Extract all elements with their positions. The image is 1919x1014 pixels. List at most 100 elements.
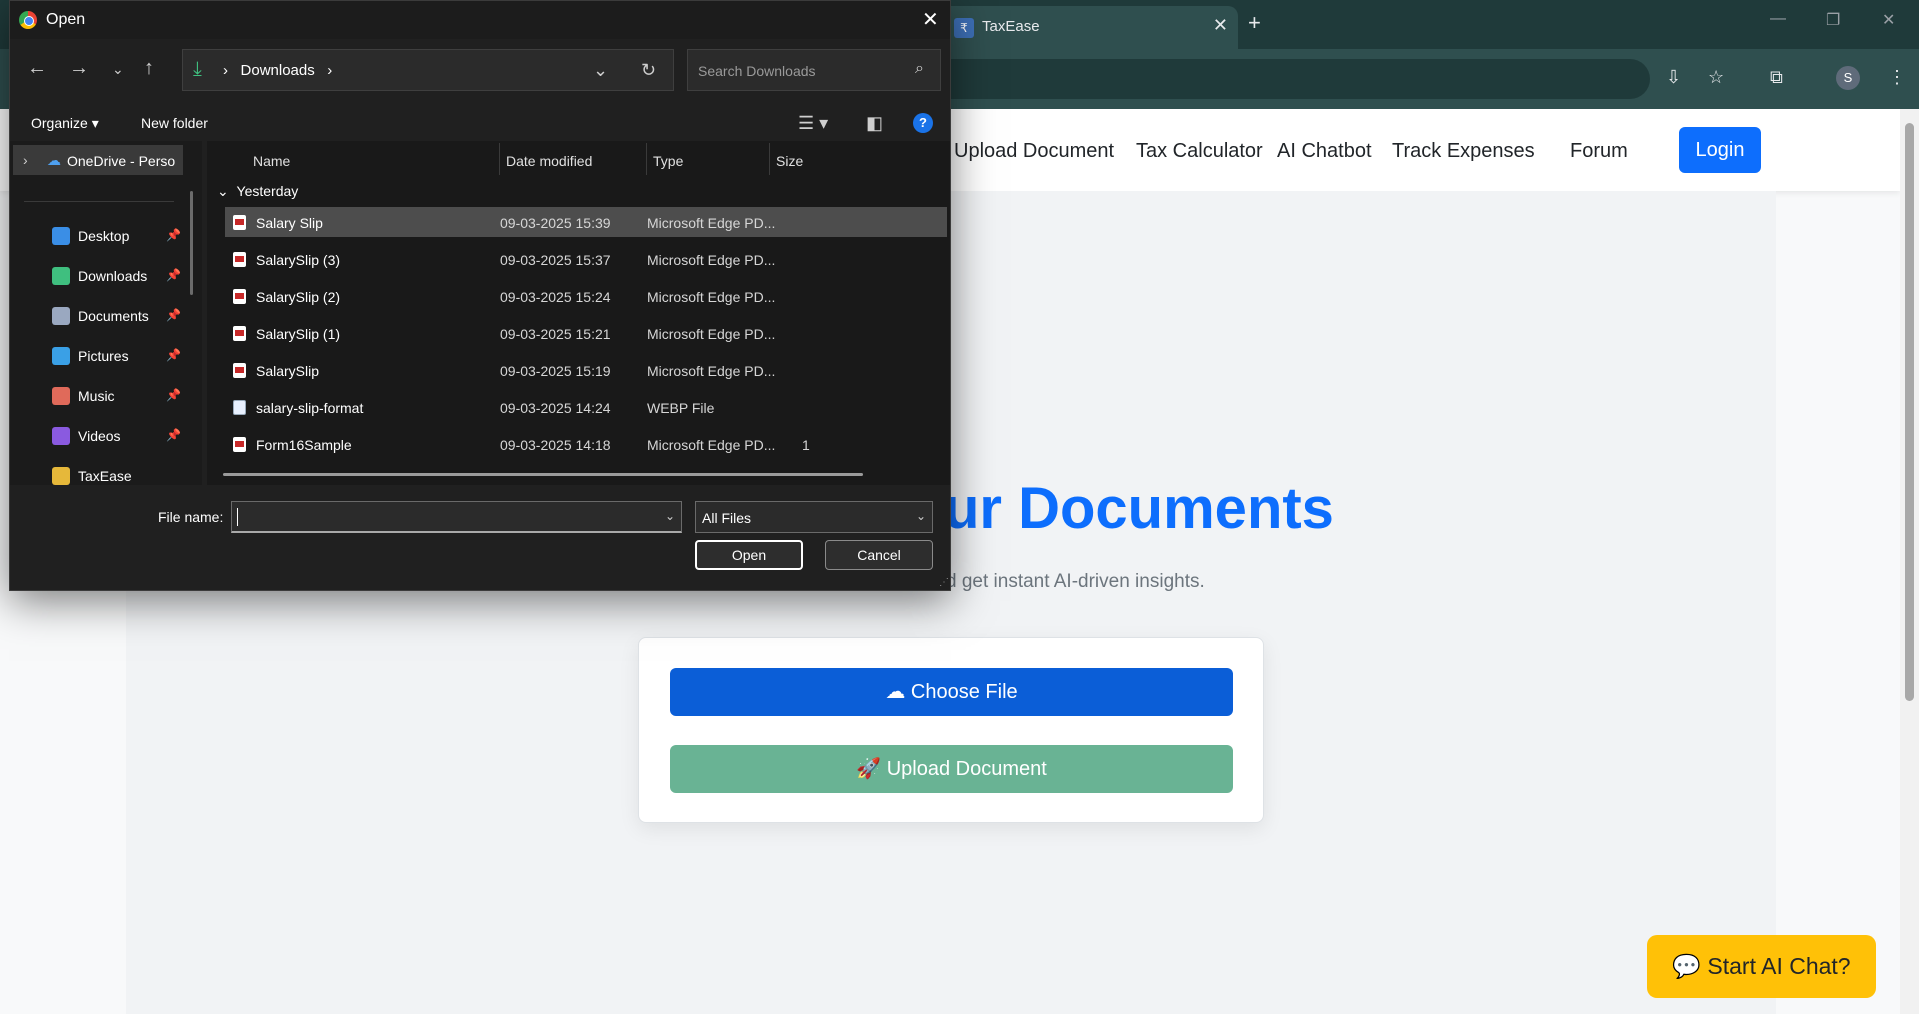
choose-file-button[interactable]: ☁ Choose File <box>670 668 1233 716</box>
file-type: Microsoft Edge PD... <box>647 289 776 305</box>
nav-scrollbar[interactable] <box>190 191 193 295</box>
page-scroll-thumb[interactable] <box>1905 123 1914 701</box>
start-ai-chat-button[interactable]: 💬 Start AI Chat? <box>1647 935 1876 998</box>
open-file-dialog: Open ✕ ← → ⌄ ↑ ⤓ › Downloads › ⌄ ↻ Searc… <box>9 0 951 591</box>
file-row[interactable]: Salary Slip 09-03-2025 15:39 Microsoft Edg… <box>225 207 947 237</box>
nav-track-expenses[interactable]: Track Expenses <box>1392 140 1535 163</box>
nav-item-onedrive[interactable]: › ☁ OneDrive - Perso <box>13 145 183 175</box>
nav-item-taxease[interactable]: TaxEase <box>10 461 190 485</box>
bookmark-star-icon[interactable]: ☆ <box>1708 67 1724 88</box>
file-row[interactable]: salary-slip-format 09-03-2025 14:24 WEBP F… <box>225 392 947 422</box>
pdf-file-icon <box>233 363 246 378</box>
file-name: SalarySlip (3) <box>256 252 341 268</box>
file-name-input[interactable]: ⌄ <box>231 501 682 533</box>
column-header-name[interactable]: Name <box>253 153 290 169</box>
file-type-dropdown-icon: ⌄ <box>915 509 926 523</box>
nav-item-label: TaxEase <box>78 468 132 484</box>
nav-item-pictures[interactable]: Pictures 📌 <box>10 341 190 371</box>
text-caret <box>237 508 238 526</box>
column-header-date-modified[interactable]: Date modified <box>506 153 592 169</box>
recent-locations-chevron-icon[interactable]: ⌄ <box>112 61 124 78</box>
videos-folder-icon <box>52 427 70 445</box>
file-row[interactable]: SalarySlip (1) 09-03-2025 15:21 Microsoft … <box>225 318 947 348</box>
upload-document-button[interactable]: 🚀 Upload Document <box>670 745 1233 793</box>
nav-item-downloads[interactable]: Downloads 📌 <box>10 261 190 291</box>
column-header-size[interactable]: Size <box>776 153 803 169</box>
nav-item-label: Music <box>78 388 115 404</box>
taxease-folder-icon <box>52 467 70 485</box>
file-name: Salary Slip <box>256 215 323 231</box>
menu-kebab-icon[interactable]: ⋮ <box>1888 67 1906 88</box>
preview-pane-icon[interactable]: ◧ <box>866 113 883 134</box>
page-scrollbar[interactable] <box>1900 109 1919 1014</box>
pin-icon[interactable]: 📌 <box>166 228 181 242</box>
nav-item-label: OneDrive - Perso <box>67 153 176 169</box>
nav-item-documents[interactable]: Documents 📌 <box>10 301 190 331</box>
file-name-dropdown-icon[interactable]: ⌄ <box>665 509 675 523</box>
tab-close-icon[interactable]: ✕ <box>1213 15 1228 36</box>
nav-item-desktop[interactable]: Desktop 📌 <box>10 221 190 251</box>
pin-icon[interactable]: 📌 <box>166 308 181 322</box>
nav-forum[interactable]: Forum <box>1570 140 1628 163</box>
pin-icon[interactable]: 📌 <box>166 428 181 442</box>
nav-upload-document[interactable]: Upload Document <box>954 140 1114 163</box>
breadcrumb-downloads[interactable]: Downloads <box>241 62 315 79</box>
file-row[interactable]: SalarySlip 09-03-2025 15:19 Microsoft Edge… <box>225 355 947 385</box>
browser-tab-taxease[interactable]: ₹ TaxEase ✕ <box>938 6 1238 49</box>
nav-item-label: Desktop <box>78 228 130 244</box>
file-date-modified: 09-03-2025 15:19 <box>500 363 611 379</box>
choose-file-label: Choose File <box>910 681 1018 703</box>
nav-ai-chatbot[interactable]: AI Chatbot <box>1277 140 1372 163</box>
help-icon[interactable]: ? <box>913 113 933 133</box>
file-type: Microsoft Edge PD... <box>647 437 776 453</box>
address-dropdown-icon[interactable]: ⌄ <box>593 60 608 81</box>
back-arrow-icon[interactable]: ← <box>27 57 47 80</box>
open-button[interactable]: Open <box>695 540 803 570</box>
profile-avatar[interactable]: S <box>1836 66 1860 90</box>
extensions-icon[interactable]: ⧉ <box>1770 67 1783 88</box>
breadcrumb-path: › Downloads › <box>223 62 332 79</box>
file-row[interactable]: Form16Sample 09-03-2025 14:18 Microsoft Ed… <box>225 429 947 459</box>
file-list: Name Date modified Type Size ⌄ Yesterday… <box>207 141 950 485</box>
group-header-yesterday[interactable]: ⌄ Yesterday <box>217 183 298 200</box>
view-options-icon[interactable]: ☰ ▾ <box>798 113 828 134</box>
file-type-select[interactable]: All Files ⌄ <box>695 501 933 533</box>
pin-icon[interactable]: 📌 <box>166 388 181 402</box>
file-list-horizontal-scrollbar[interactable] <box>223 473 863 476</box>
search-placeholder: Search Downloads <box>698 63 816 79</box>
dialog-close-icon[interactable]: ✕ <box>922 7 939 32</box>
breadcrumb-separator[interactable]: › <box>327 62 332 79</box>
install-app-icon[interactable]: ⇩ <box>1666 67 1681 88</box>
login-button[interactable]: Login <box>1679 127 1761 173</box>
organize-button[interactable]: Organize ▾ <box>31 115 99 132</box>
forward-arrow-icon[interactable]: → <box>69 57 89 80</box>
pin-icon[interactable]: 📌 <box>166 268 181 282</box>
nav-item-videos[interactable]: Videos 📌 <box>10 421 190 451</box>
file-row[interactable]: SalarySlip (2) 09-03-2025 15:24 Microsoft … <box>225 281 947 311</box>
pin-icon[interactable]: 📌 <box>166 348 181 362</box>
file-type: Microsoft Edge PD... <box>647 326 776 342</box>
resize-grip-icon[interactable]: ⋰ <box>939 577 949 588</box>
restore-icon[interactable]: ❐ <box>1826 10 1840 30</box>
new-tab-icon[interactable]: + <box>1248 10 1261 36</box>
file-date-modified: 09-03-2025 15:24 <box>500 289 611 305</box>
nav-tax-calculator[interactable]: Tax Calculator <box>1136 140 1263 163</box>
window-close-icon[interactable]: ✕ <box>1882 10 1895 30</box>
search-downloads-input[interactable]: Search Downloads ⌕ <box>687 49 941 91</box>
address-bar[interactable] <box>930 59 1650 99</box>
upload-document-label: Upload Document <box>886 758 1047 780</box>
file-row[interactable]: SalarySlip (3) 09-03-2025 15:37 Microsoft … <box>225 244 947 274</box>
column-divider[interactable] <box>769 143 770 175</box>
new-folder-button[interactable]: New folder <box>141 115 208 131</box>
address-breadcrumb[interactable]: ⤓ › Downloads › ⌄ ↻ <box>182 49 674 91</box>
refresh-icon[interactable]: ↻ <box>641 60 656 81</box>
nav-item-music[interactable]: Music 📌 <box>10 381 190 411</box>
column-header-type[interactable]: Type <box>653 153 683 169</box>
music-folder-icon <box>52 387 70 405</box>
cancel-button[interactable]: Cancel <box>825 540 933 570</box>
expand-chevron-icon[interactable]: › <box>23 152 28 168</box>
column-divider[interactable] <box>499 143 500 175</box>
up-arrow-icon[interactable]: ↑ <box>144 57 154 80</box>
column-divider[interactable] <box>646 143 647 175</box>
minimize-icon[interactable]: — <box>1770 10 1786 28</box>
